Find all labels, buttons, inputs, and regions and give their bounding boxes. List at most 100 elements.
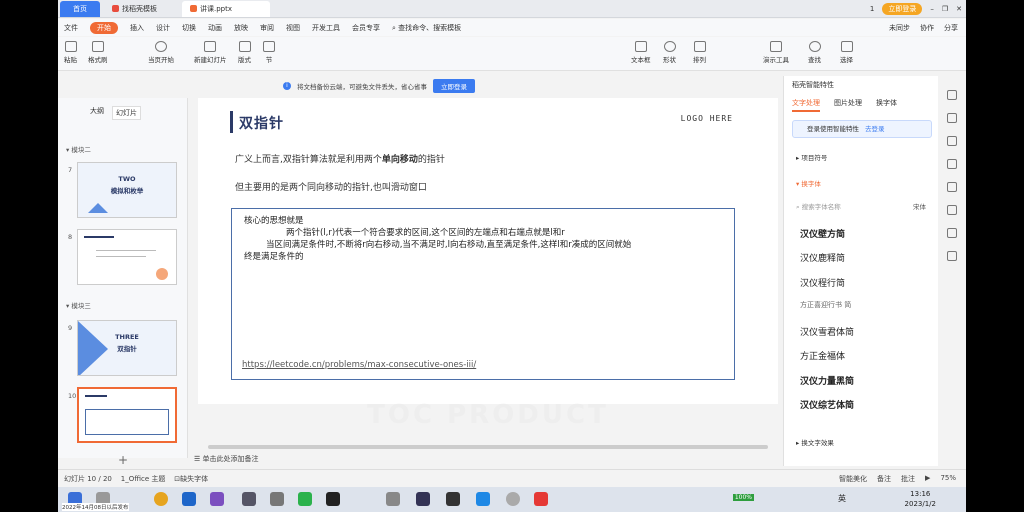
menu-slideshow[interactable]: 放映 [234,23,248,33]
badge-count[interactable]: 1 [870,5,874,13]
app-icon[interactable] [270,492,284,506]
tab-text-processing[interactable]: 文字处理 [792,98,820,112]
login-button[interactable]: 立即登录 [882,3,923,15]
format-painter-button[interactable]: 格式刷 [88,41,108,64]
play-icon[interactable]: ▶ [925,474,930,484]
menu-devtools[interactable]: 开发工具 [312,23,340,33]
section-bullets[interactable]: ▸ 项目符号 [796,152,827,162]
sync-status[interactable]: 未同步 [889,23,910,33]
go-login-link[interactable]: 去登录 [865,125,885,133]
textbox-button[interactable]: 文本框 [631,41,651,64]
comment-toggle[interactable]: 批注 [901,474,915,484]
notes-bar[interactable]: ☰ 单击此处添加备注 [188,452,784,467]
menu-review[interactable]: 审阅 [260,23,274,33]
restore-icon[interactable]: ❐ [942,5,948,13]
content-box[interactable]: 核心的思想就是 两个指针(l,r)代表一个符合要求的区间,这个区间的左端点和右端… [231,208,735,380]
menu-animation[interactable]: 动画 [208,23,222,33]
font-option[interactable]: 汉仪壁方简 [800,227,845,240]
font-option[interactable]: 汉仪程行简 [800,276,845,289]
app-icon[interactable] [476,492,490,506]
clock[interactable]: 13:16 2023/1/2 [905,489,936,509]
design-icon[interactable] [947,159,957,169]
zoom-level[interactable]: 75% [940,474,956,484]
share-button[interactable]: 分享 [944,23,958,33]
slide-thumbnail-7[interactable]: TWO 模拟和枚举 [77,162,177,218]
paste-button[interactable]: 粘贴 [64,41,77,64]
slide-thumbnail-10[interactable] [77,387,177,443]
font-option[interactable]: 汉仪雪君体简 [800,325,854,338]
leetcode-link[interactable]: https://leetcode.cn/problems/max-consecu… [242,359,476,371]
app-icon[interactable] [446,492,460,506]
section-module-2[interactable]: ▾ 模块二 [66,144,91,154]
logo-placeholder[interactable]: LOGO HERE [681,114,733,123]
style-icon[interactable] [947,113,957,123]
input-language[interactable]: 英 [838,493,846,504]
menu-view[interactable]: 视图 [286,23,300,33]
minimize-icon[interactable]: – [930,5,934,13]
command-search[interactable]: ⌕ 查找命令、搜索模板 [392,23,461,33]
find-button[interactable]: 查找 [808,41,821,64]
font-option[interactable]: 汉仪综艺体简 [800,398,854,411]
tab-slides[interactable]: 幻灯片 [112,106,141,120]
paragraph-2[interactable]: 但主要用的是两个同向移动的指针,也叫滑动窗口 [235,180,427,193]
qq-icon[interactable] [326,492,340,506]
play-from-current-button[interactable]: 当页开始 [148,41,174,64]
menu-start[interactable]: 开始 [90,21,118,34]
menu-transition[interactable]: 切换 [182,23,196,33]
location-icon[interactable] [947,228,957,238]
tab-docer-templates[interactable]: 找稻壳模板 [104,1,180,17]
section-change-font[interactable]: ▾ 换字体 [796,178,821,188]
app-icon[interactable] [386,492,400,506]
animation-icon[interactable] [947,136,957,146]
tab-change-font[interactable]: 换字体 [876,98,897,112]
wechat-icon[interactable] [298,492,312,506]
visual-studio-icon[interactable] [210,492,224,506]
app-icon[interactable] [242,492,256,506]
slide-thumbnail-8[interactable] [77,229,177,285]
slide-title[interactable]: 双指针 [239,113,284,133]
tab-pptx-file[interactable]: 讲课.pptx [182,1,270,17]
font-option[interactable]: 汉仪鹿释简 [800,251,845,264]
section-text-effect[interactable]: ▸ 换文字效果 [796,437,834,447]
battery-indicator[interactable]: 100% [732,494,754,501]
menu-file[interactable]: 文件 [64,23,78,33]
slide-thumbnail-9[interactable]: THREE 双指针 [77,320,177,376]
font-option[interactable]: 方正喜迎行书 简 [800,300,851,310]
chrome-icon[interactable] [154,492,168,506]
notice-login-button[interactable]: 立即登录 [433,79,475,93]
close-icon[interactable]: ✕ [956,5,962,13]
selection-icon[interactable] [947,205,957,215]
menu-design[interactable]: 设计 [156,23,170,33]
font-search-input[interactable]: ⌕ 搜索字体名称 宋体 [796,201,932,212]
horizontal-scrollbar[interactable] [208,445,768,449]
section-button[interactable]: 节 [263,41,275,64]
menu-member[interactable]: 会员专享 [352,23,380,33]
smart-icon[interactable] [947,90,957,100]
wps-icon[interactable] [534,492,548,506]
collab-button[interactable]: 协作 [920,23,934,33]
presentation-tools-button[interactable]: 演示工具 [763,41,789,64]
select-button[interactable]: 选择 [840,41,853,64]
tab-home[interactable]: 首页 [60,1,100,17]
add-slide-button[interactable]: + [118,453,128,467]
app-icon[interactable] [506,492,520,506]
shape-button[interactable]: 形状 [663,41,676,64]
menu-insert[interactable]: 插入 [130,23,144,33]
slide-canvas[interactable]: 双指针 LOGO HERE 广义上而言,双指针算法就是利用两个单向移动的指针 但… [198,98,778,404]
notes-toggle[interactable]: 备注 [877,474,891,484]
new-slide-button[interactable]: 新建幻灯片 [194,41,227,64]
app-icon[interactable] [182,492,196,506]
paragraph-1[interactable]: 广义上而言,双指针算法就是利用两个单向移动的指针 [235,152,445,165]
font-option[interactable]: 汉仪力量黑简 [800,374,854,387]
smart-beautify-button[interactable]: 智能美化 [839,474,867,484]
section-module-3[interactable]: ▾ 模块三 [66,300,91,310]
layout-button[interactable]: 版式 [238,41,251,64]
tab-image-processing[interactable]: 图片处理 [834,98,862,112]
font-option[interactable]: 方正金福体 [800,349,845,362]
share-icon[interactable] [947,251,957,261]
settings-icon[interactable] [947,182,957,192]
tab-outline[interactable]: 大纲 [90,106,104,120]
missing-font-button[interactable]: ⊡缺失字体 [174,475,208,483]
arrange-button[interactable]: 排列 [693,41,706,64]
app-icon[interactable] [416,492,430,506]
